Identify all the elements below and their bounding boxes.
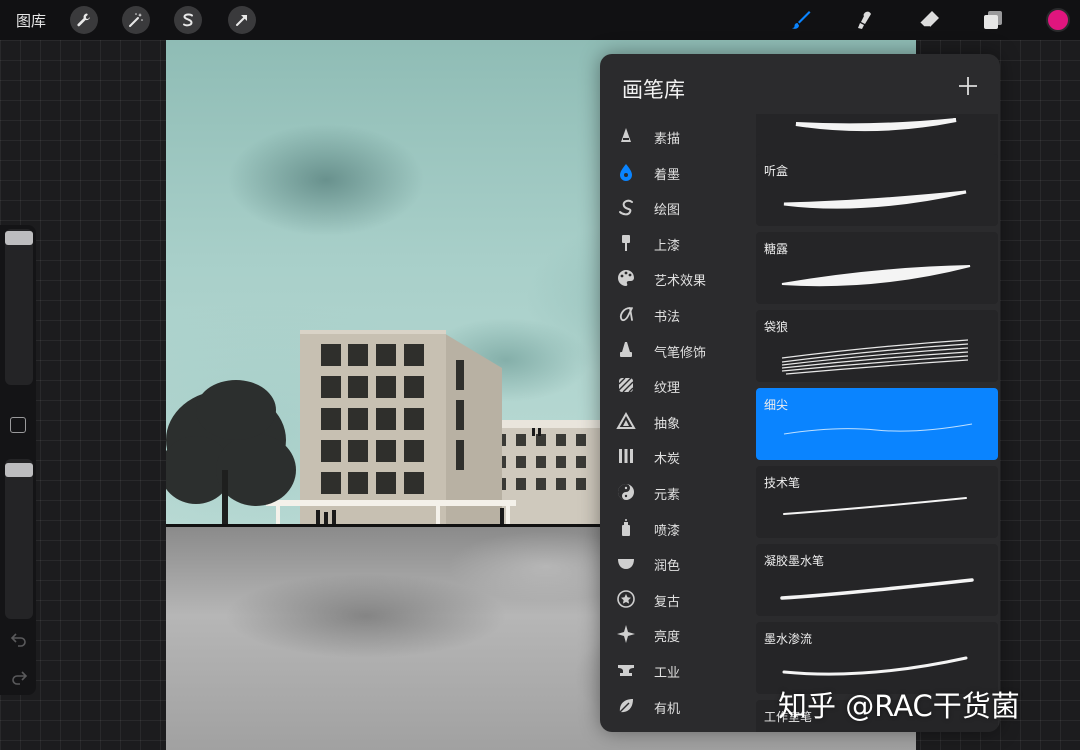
brush-stroke-preview [783, 190, 967, 209]
brush-item[interactable]: 袋狼 [756, 310, 998, 382]
brush-item[interactable]: 听盒 [756, 154, 998, 226]
redo-icon[interactable] [10, 669, 28, 685]
brush-library-panel: 画笔库 素描着墨绘图上漆艺术效果书法气笔修饰纹理抽象木炭元素喷漆润色复古亮度工业… [600, 54, 1000, 732]
category-label: 有机 [654, 701, 681, 717]
category-label: 复古 [654, 594, 681, 610]
category-item[interactable]: 喷漆 [600, 512, 756, 544]
category-item[interactable]: 气笔修饰 [600, 334, 756, 366]
magic-wand-icon[interactable] [122, 6, 150, 34]
airbrush-icon [620, 341, 632, 357]
sparkle-icon [617, 625, 635, 644]
left-sidebar [0, 225, 36, 695]
charcoal-icon [619, 449, 633, 464]
spray-can-icon [622, 518, 630, 536]
category-item[interactable]: 亮度 [600, 618, 756, 650]
category-item[interactable]: 复古 [600, 583, 756, 615]
eraser-icon[interactable] [914, 6, 944, 34]
brush-item[interactable]: 糖露 [756, 232, 998, 304]
brush-stroke-preview [783, 497, 967, 515]
panel-title: 画笔库 [622, 78, 685, 102]
brush-size-slider[interactable] [5, 229, 33, 385]
brush-list: 听盒 糖露 袋狼 细尖 技术笔 凝胶墨水笔 墨水渗流 工作室笔 [756, 114, 1000, 732]
category-item[interactable]: 有机 [600, 690, 756, 722]
category-item[interactable]: 纹理 [600, 369, 756, 401]
category-label: 润色 [654, 559, 681, 575]
pencil-tip-icon [621, 128, 631, 142]
ink-drop-icon [620, 163, 632, 181]
paint-brush-icon [622, 234, 630, 251]
brush-stroke-preview [781, 265, 971, 287]
opacity-handle[interactable] [5, 463, 33, 477]
leaf-icon [619, 698, 633, 713]
bowl-icon [618, 559, 634, 570]
category-item[interactable]: 素描 [600, 120, 756, 152]
watermark: 知乎 @RAC干货菌 [778, 689, 1020, 723]
brush-stroke-preview [781, 339, 969, 375]
category-label: 书法 [654, 310, 681, 325]
squiggle-icon [619, 199, 633, 216]
texture-icon [618, 377, 634, 393]
category-item[interactable]: 着墨 [600, 156, 756, 188]
category-label: 木炭 [654, 452, 681, 468]
category-label: 亮度 [654, 630, 681, 646]
layers-icon[interactable] [978, 6, 1008, 34]
smudge-icon[interactable] [850, 6, 880, 34]
wrench-icon[interactable] [70, 6, 98, 34]
category-label: 工业 [654, 666, 681, 681]
category-item[interactable]: 绘图 [600, 191, 756, 223]
calligraphy-icon [619, 307, 633, 322]
undo-icon[interactable] [10, 631, 28, 647]
top-toolbar: 图库 [0, 0, 1080, 40]
category-item[interactable]: 工业 [600, 654, 756, 686]
category-label: 纹理 [654, 381, 681, 397]
category-item[interactable]: 艺术效果 [600, 262, 756, 294]
selection-s-icon[interactable] [174, 6, 202, 34]
color-picker-button[interactable] [1046, 8, 1070, 32]
star-badge-icon [617, 589, 635, 608]
gallery-button[interactable]: 图库 [16, 10, 46, 31]
category-label: 气笔修饰 [654, 345, 707, 361]
triangle-icon [616, 411, 636, 429]
brush-stroke-preview [780, 578, 974, 600]
category-item[interactable]: 抽象 [600, 405, 756, 437]
plus-icon[interactable] [956, 74, 980, 98]
palette-icon [618, 270, 634, 287]
brush-stroke-preview [783, 423, 973, 435]
category-label: 着墨 [654, 167, 681, 183]
yin-yang-icon [618, 484, 634, 500]
category-item[interactable]: 上漆 [600, 227, 756, 259]
brush-item[interactable]: 凝胶墨水笔 [756, 544, 998, 616]
category-label: 上漆 [654, 238, 681, 254]
modify-button[interactable] [10, 417, 26, 433]
category-label: 抽象 [654, 416, 681, 432]
opacity-slider[interactable] [5, 459, 33, 619]
category-item[interactable]: 书法 [600, 298, 756, 330]
brush-icon[interactable] [786, 6, 816, 34]
category-label: 绘图 [654, 203, 681, 219]
category-item[interactable]: 元素 [600, 476, 756, 508]
category-item[interactable]: 木炭 [600, 440, 756, 472]
category-label: 艺术效果 [654, 274, 707, 290]
brush-item[interactable]: 技术笔 [756, 466, 998, 538]
category-item[interactable]: 润色 [600, 547, 756, 579]
anvil-icon [618, 665, 634, 676]
category-label: 喷漆 [654, 523, 681, 539]
category-label: 素描 [654, 132, 681, 147]
transform-arrow-icon[interactable] [228, 6, 256, 34]
category-label: 元素 [654, 488, 681, 503]
brush-size-handle[interactable] [5, 231, 33, 245]
brush-item-selected[interactable]: 细尖 [756, 388, 998, 460]
